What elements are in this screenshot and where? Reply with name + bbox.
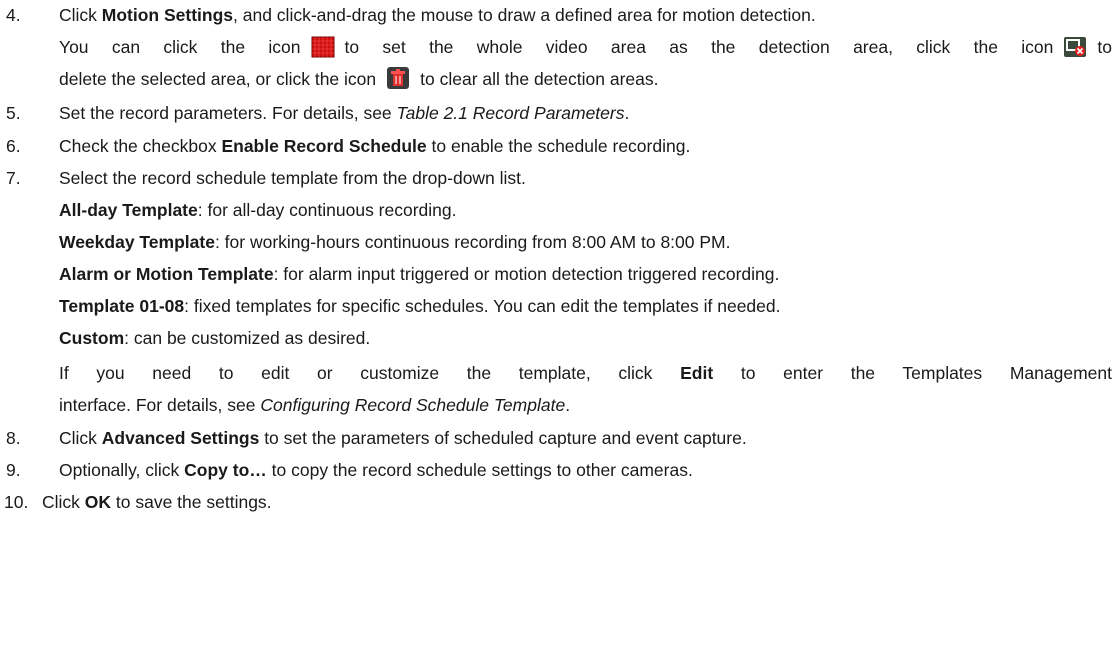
step-number: 4. — [6, 5, 21, 25]
ui-term: Enable Record Schedule — [221, 136, 427, 156]
cross-reference: Table 2.1 Record Parameters — [396, 103, 625, 123]
step-text: Click OK to save the settings. — [42, 492, 272, 512]
select-all-area-icon — [311, 36, 335, 67]
step-number: 8. — [6, 428, 21, 448]
step-number: 9. — [6, 460, 21, 480]
step-text: You can click the icon to set the whole v… — [59, 32, 1112, 67]
clear-all-areas-icon — [386, 66, 410, 99]
option-description: : for all-day continuous recording. — [197, 200, 457, 220]
step-text: interface. For details, see Configuring … — [59, 395, 571, 415]
option-description: : for working-hours continuous recording… — [214, 232, 731, 252]
document-page: 4. Click Motion Settings, and click-and-… — [0, 0, 1118, 657]
step-text: Check the checkbox Enable Record Schedul… — [59, 136, 691, 156]
option-name: Weekday Template — [59, 232, 215, 252]
ui-term: Advanced Settings — [101, 428, 260, 448]
step-text: Click Motion Settings, and click-and-dra… — [59, 5, 816, 25]
ui-term: Copy to… — [184, 460, 267, 480]
option-name: All-day Template — [59, 200, 198, 220]
delete-area-icon — [1063, 36, 1087, 67]
step-number: 6. — [6, 136, 21, 156]
step-number: 7. — [6, 168, 21, 188]
option-name: Template 01-08 — [59, 296, 185, 316]
step-number: 10. — [4, 492, 29, 512]
step-text: Select the record schedule template from… — [59, 168, 526, 188]
ui-term: OK — [84, 492, 112, 512]
ui-term: Edit — [680, 363, 714, 383]
cross-reference: Configuring Record Schedule Template — [260, 395, 566, 415]
option-description: : can be customized as desired. — [124, 328, 371, 348]
ui-term: Motion Settings — [101, 5, 234, 25]
step-text: If you need to edit or customize the tem… — [59, 363, 1112, 383]
option-description: : fixed templates for specific schedules… — [184, 296, 781, 316]
option-name: Alarm or Motion Template — [59, 264, 274, 284]
step-text: Set the record parameters. For details, … — [59, 103, 630, 123]
step-number: 5. — [6, 103, 21, 123]
option-description: : for alarm input triggered or motion de… — [273, 264, 780, 284]
step-text: Click Advanced Settings to set the param… — [59, 428, 747, 448]
step-text: delete the selected area, or click the i… — [59, 64, 658, 99]
option-name: Custom — [59, 328, 125, 348]
step-text: Optionally, click Copy to… to copy the r… — [59, 460, 693, 480]
